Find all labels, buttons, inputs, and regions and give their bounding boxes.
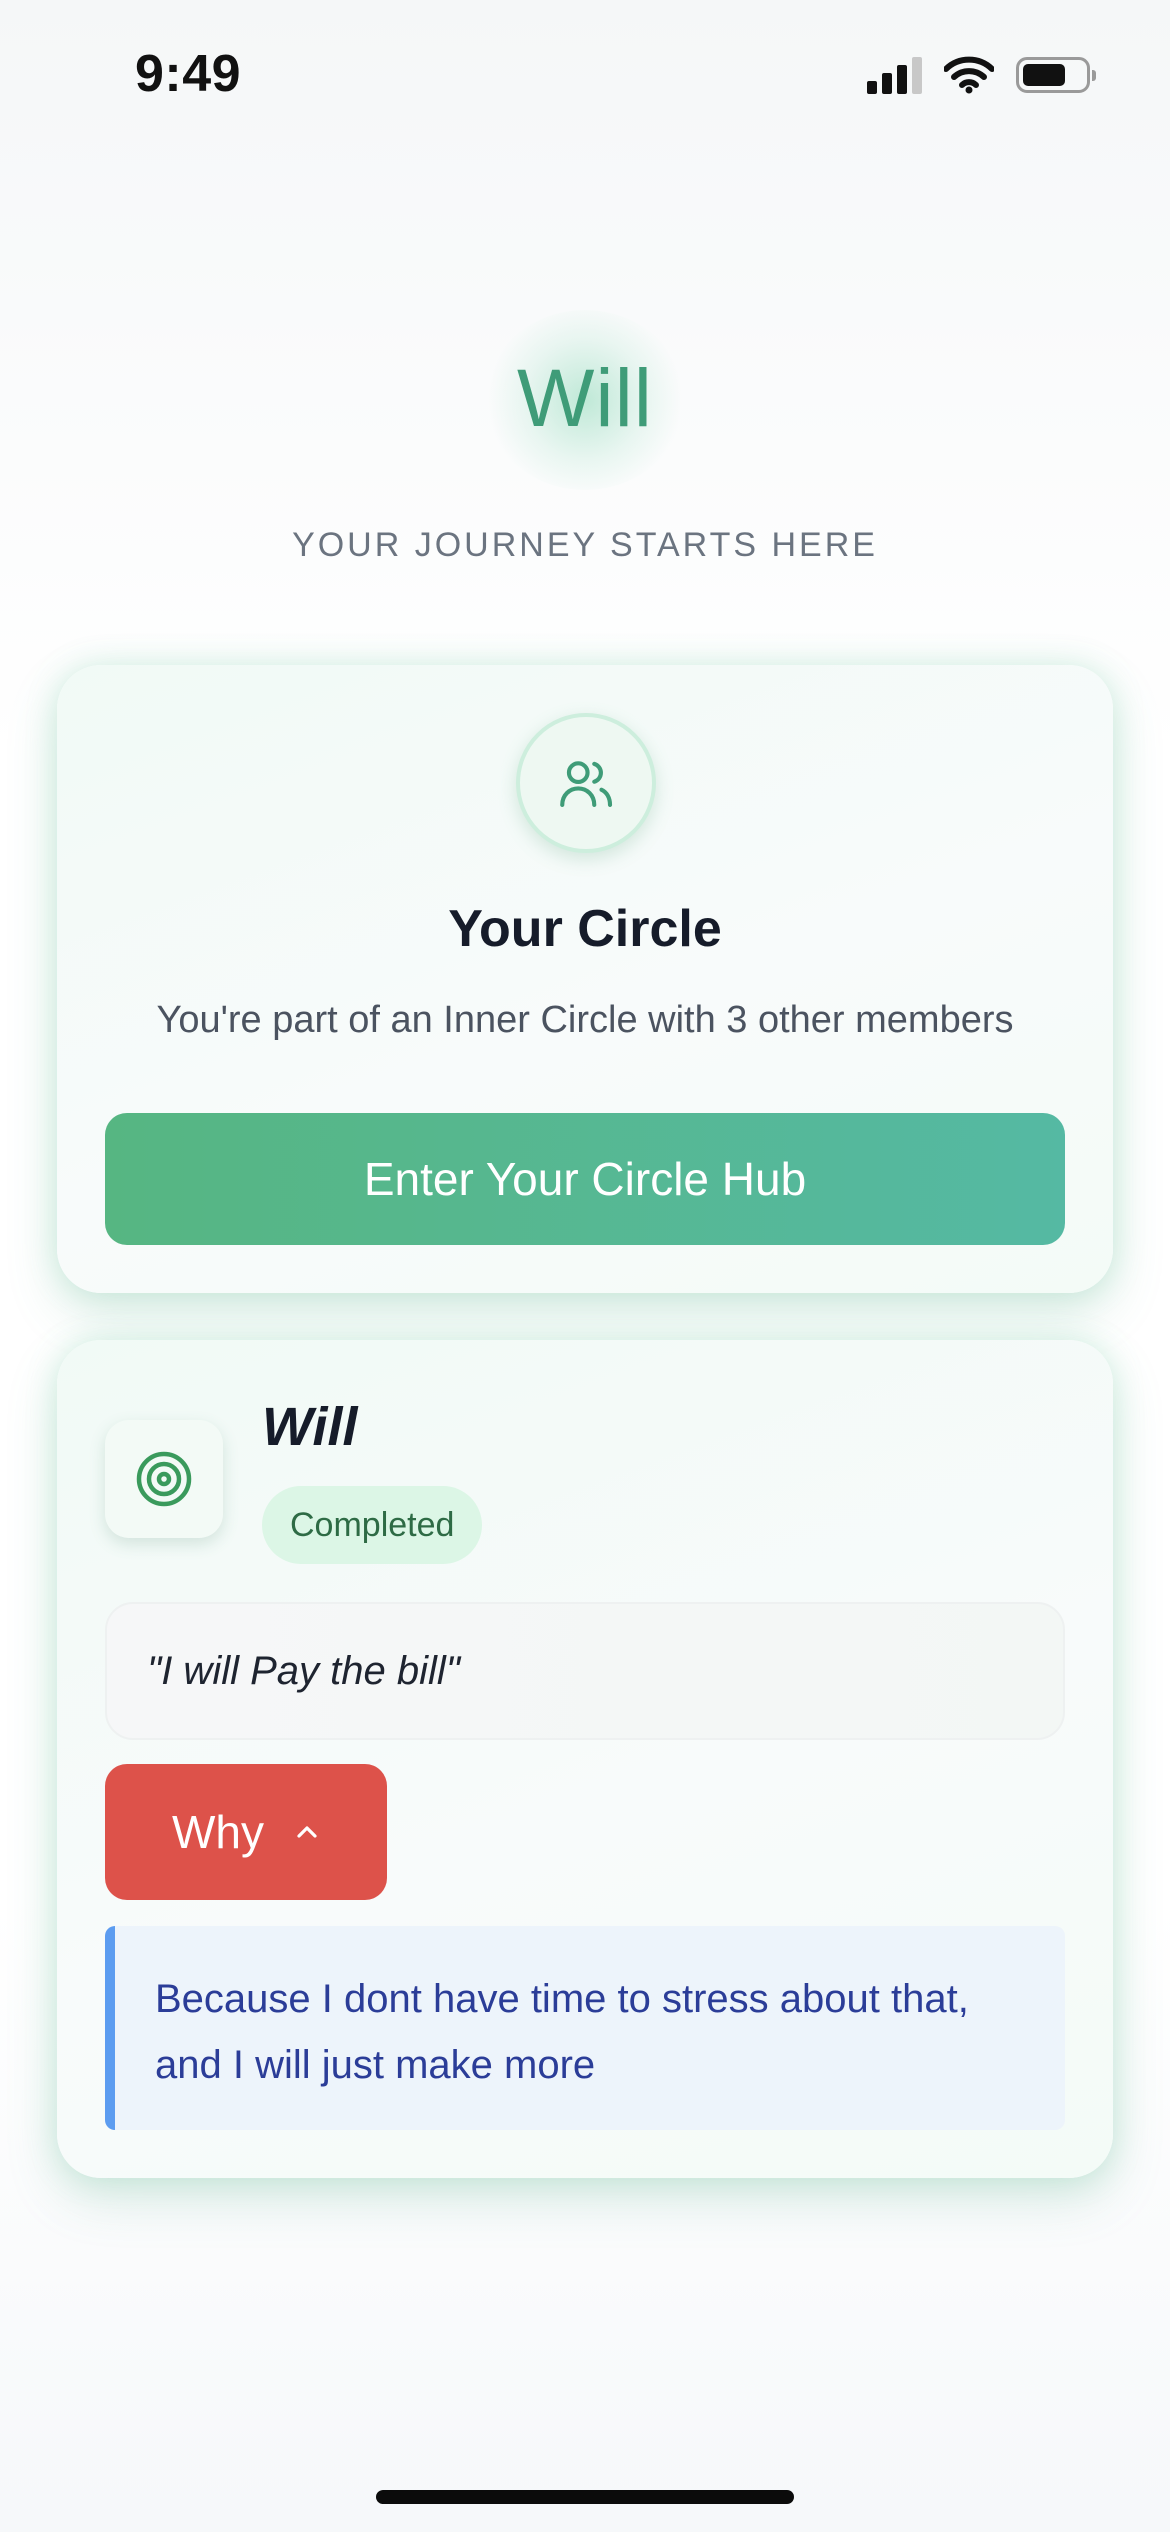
will-quote-box: "I will Pay the bill" bbox=[105, 1602, 1065, 1740]
chevron-up-icon bbox=[297, 1826, 317, 1838]
page-subtitle: YOUR JOURNEY STARTS HERE bbox=[292, 526, 878, 564]
circle-avatar bbox=[516, 713, 656, 853]
circle-title: Your Circle bbox=[448, 900, 722, 958]
why-toggle-button[interactable]: Why bbox=[105, 1764, 387, 1900]
battery-icon bbox=[1016, 57, 1096, 93]
why-reason-text: Because I dont have time to stress about… bbox=[155, 1977, 969, 2087]
circle-card: Your Circle You're part of an Inner Circ… bbox=[57, 665, 1113, 1293]
why-label: Why bbox=[172, 1806, 264, 1858]
home-indicator[interactable] bbox=[376, 2490, 794, 2504]
cellular-signal-icon bbox=[867, 56, 922, 94]
status-time: 9:49 bbox=[135, 45, 242, 103]
why-reason-box: Because I dont have time to stress about… bbox=[105, 1926, 1065, 2130]
will-name: Will bbox=[262, 1397, 358, 1457]
wifi-icon bbox=[944, 56, 994, 94]
status-icons bbox=[867, 56, 1096, 94]
status-bar: 9:49 bbox=[0, 0, 1170, 150]
will-icon-tile bbox=[105, 1420, 223, 1538]
users-icon bbox=[560, 761, 613, 808]
status-badge: Completed bbox=[262, 1486, 483, 1564]
page-title: Will bbox=[516, 353, 654, 444]
enter-circle-hub-button[interactable]: Enter Your Circle Hub bbox=[105, 1113, 1065, 1245]
target-icon bbox=[136, 1451, 192, 1507]
will-card: Will Completed "I will Pay the bill" Why… bbox=[57, 1340, 1113, 2178]
will-quote: "I will Pay the bill" bbox=[147, 1648, 460, 1693]
circle-description: You're part of an Inner Circle with 3 ot… bbox=[156, 999, 1014, 1041]
